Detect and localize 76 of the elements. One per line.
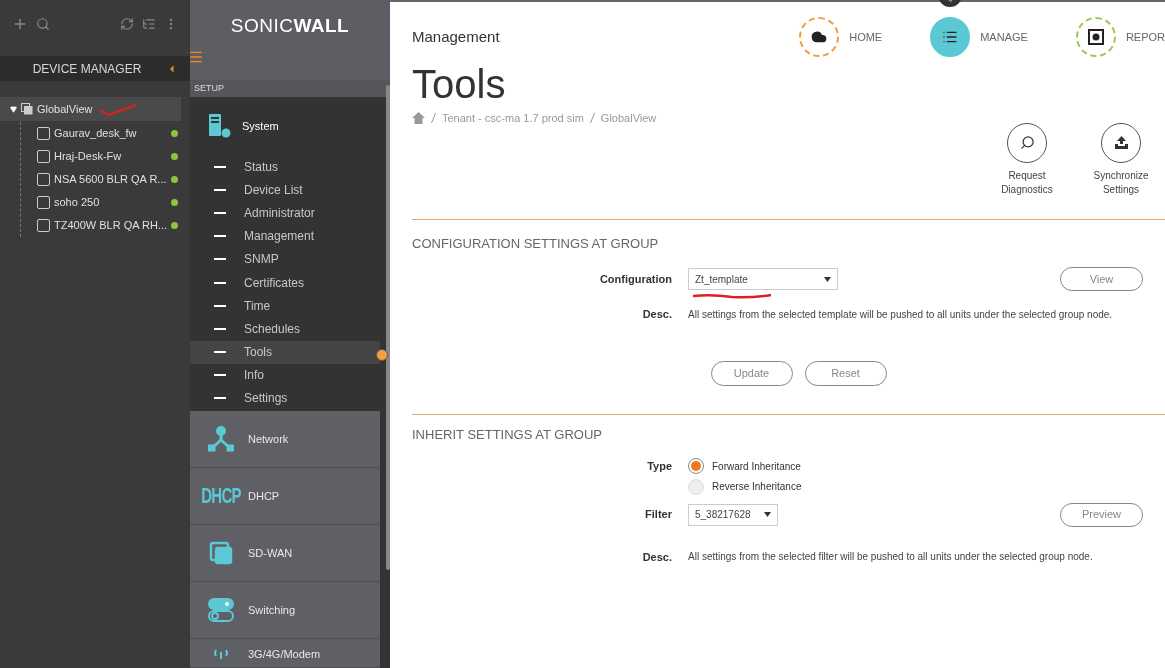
menu-icon[interactable]: [188, 49, 204, 65]
section-label: SETUP: [194, 81, 224, 95]
field-label: Desc.: [641, 307, 672, 322]
slash-icon: [589, 113, 595, 124]
refresh-icon[interactable]: [120, 17, 134, 31]
radio-option[interactable]: Reverse Inheritance: [688, 478, 1143, 495]
nav-category[interactable]: SD-WAN: [190, 525, 380, 582]
device-name[interactable]: TZ400W BLR QA RH...: [54, 217, 168, 234]
nav-category[interactable]: Switching: [190, 582, 380, 639]
checkbox[interactable]: [37, 150, 50, 163]
field-label: Type: [646, 459, 672, 474]
top-tab[interactable]: REPOR: [1075, 17, 1165, 57]
device-name[interactable]: Hraj-Desk-Fw: [54, 148, 167, 165]
search-icon: [1019, 135, 1035, 150]
nav-item[interactable]: Device List: [190, 178, 380, 202]
nav-item[interactable]: SNMP: [190, 247, 380, 271]
nav-category[interactable]: Network: [190, 411, 380, 468]
checkbox[interactable]: [37, 196, 50, 209]
device-name[interactable]: Gaurav_desk_fw: [54, 125, 167, 142]
toggle-switch-icon: [208, 598, 234, 622]
home-icon: [412, 112, 425, 125]
checkbox[interactable]: [37, 219, 50, 232]
chart-icon: [1087, 29, 1104, 45]
nav-item[interactable]: Status: [190, 155, 380, 179]
field-label: Configuration: [598, 271, 672, 287]
action-button[interactable]: Synchronize Settings: [1085, 122, 1157, 197]
nav-item[interactable]: Time: [190, 294, 380, 318]
field-label: Filter: [644, 507, 672, 523]
upload-icon: [1113, 135, 1129, 150]
cloud-icon: [811, 29, 828, 45]
sdwan-icon: [209, 541, 233, 565]
nav-item[interactable]: Management: [190, 224, 380, 248]
server-icon: [208, 113, 232, 139]
device-name[interactable]: NSA 5600 BLR QA R...: [54, 171, 167, 188]
caret-icon: [764, 512, 771, 517]
caret-icon: [824, 276, 831, 282]
network-icon: [208, 426, 234, 452]
tree-item[interactable]: GlobalView: [0, 97, 181, 121]
expand-icon: [10, 105, 17, 113]
list-icon: [942, 29, 959, 45]
slash-icon: [431, 113, 436, 124]
action-button[interactable]: Request Diagnostics: [991, 122, 1063, 197]
scrollbar[interactable]: [386, 85, 390, 570]
nav-item[interactable]: Certificates: [190, 270, 380, 295]
configuration-select[interactable]: Zt_template: [688, 268, 838, 290]
system-label[interactable]: System: [242, 117, 279, 135]
top-tab[interactable]: HOME: [799, 17, 883, 57]
nav-item[interactable]: Administrator: [190, 201, 380, 225]
add-icon[interactable]: [12, 16, 28, 32]
section-heading: CONFIGURATION SETTINGS AT GROUP: [412, 234, 660, 253]
nav-item[interactable]: Settings: [190, 386, 380, 411]
description: All settings from the selected filter will be pushed to all units under the selected group node.: [688, 550, 1094, 565]
logo: SONICWALL: [230, 13, 350, 38]
filter-select[interactable]: 5_38217628: [688, 503, 778, 526]
header-title: Management: [412, 26, 501, 47]
antenna-icon: [211, 649, 231, 659]
section-heading: INHERIT SETTINGS AT GROUP: [412, 425, 603, 444]
nav-item[interactable]: Info: [190, 363, 380, 387]
annotation-mark: [99, 102, 137, 117]
device-name[interactable]: soho 250: [54, 194, 167, 211]
checkbox[interactable]: [37, 127, 50, 140]
dhcp-icon: DHCP: [201, 479, 241, 513]
field-label: Desc.: [641, 549, 672, 565]
nav-item[interactable]: Tools: [190, 340, 380, 364]
panel-title: DEVICE MANAGER: [31, 60, 143, 78]
list-icon[interactable]: [142, 17, 156, 31]
page-title: Tools: [412, 62, 507, 106]
nav-category[interactable]: DHCP DHCP: [190, 468, 380, 525]
nav-category[interactable]: 3G/4G/Modem: [190, 639, 380, 668]
group-icon: [21, 103, 33, 115]
radio-option[interactable]: Forward Inheritance: [688, 458, 1143, 475]
description: All settings from the selected template will be pushed to all units under the selected group node.: [688, 307, 1114, 322]
checkbox[interactable]: [37, 173, 50, 186]
top-tab[interactable]: MANAGE: [930, 17, 1028, 57]
nav-item[interactable]: Schedules: [190, 317, 380, 341]
search-icon[interactable]: [36, 17, 50, 31]
